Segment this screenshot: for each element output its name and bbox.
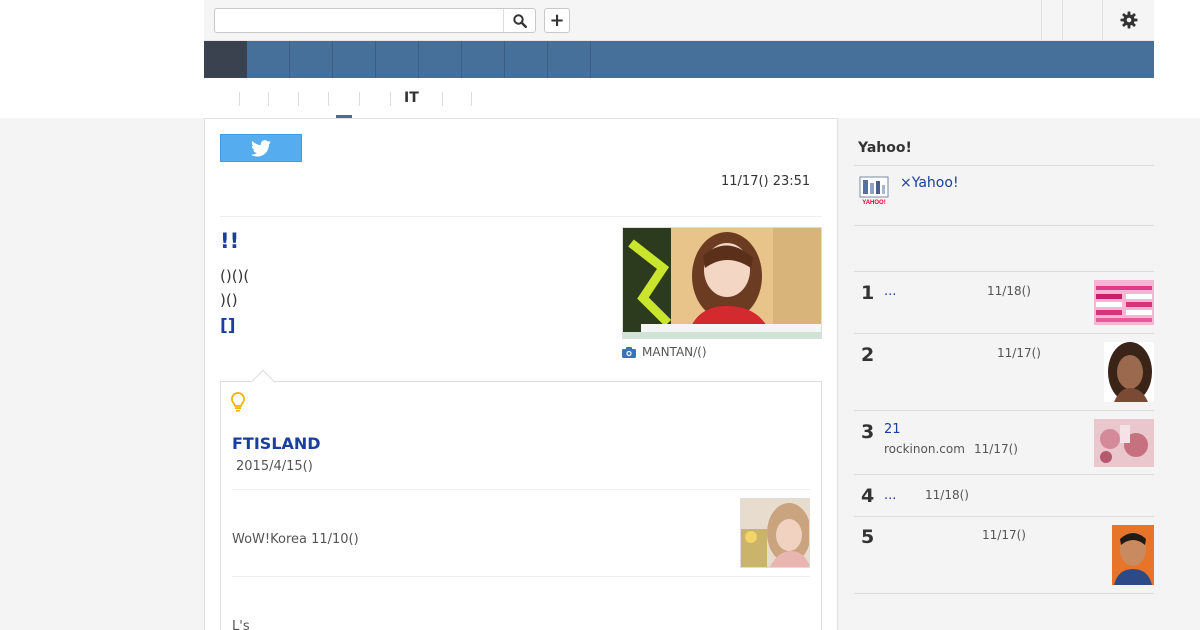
settings-button[interactable] — [1119, 10, 1139, 30]
subnav-divider — [442, 92, 443, 106]
nav-item[interactable] — [419, 41, 462, 78]
yahoo-logo: YAHOO! — [859, 176, 889, 206]
rank-date: 11/18() — [925, 488, 969, 502]
top-toolbar: + — [204, 0, 1154, 41]
subnav-item-it[interactable]: IT — [404, 90, 419, 106]
rank-date: 11/17() — [982, 528, 1026, 542]
rank-link[interactable]: ... — [884, 488, 896, 503]
plus-icon: + — [549, 10, 565, 31]
box-pointer — [251, 369, 275, 393]
rank-date: 11/17() — [974, 442, 1018, 456]
article-photo[interactable] — [622, 227, 822, 339]
rank-link[interactable]: 21 — [884, 422, 901, 437]
rank-number: 1 — [861, 282, 875, 304]
article-datetime: 11/17() 23:51 — [721, 174, 811, 189]
rank-number: 4 — [861, 485, 875, 507]
nav-item[interactable] — [290, 41, 333, 78]
rank-source: rockinon.com — [884, 442, 965, 456]
yahoo-logo-text: YAHOO! — [862, 200, 885, 206]
related-article-title[interactable]: FTISLAND — [232, 434, 321, 453]
lightbulb-icon — [231, 392, 245, 416]
search-button[interactable] — [503, 9, 535, 32]
nav-item[interactable] — [505, 41, 548, 78]
article-lede-line: ()()( — [220, 267, 250, 285]
nav-item[interactable] — [247, 41, 290, 78]
rank-number: 3 — [861, 421, 875, 443]
sidebar-title: Yahoo! — [858, 140, 912, 156]
rank-thumbnail[interactable] — [1094, 419, 1154, 467]
ranking-item[interactable]: 1 ... 11/18() — [854, 272, 1154, 334]
photo-credit: MANTAN/() — [642, 345, 707, 359]
subnav-divider — [359, 92, 360, 106]
ranking-item[interactable]: 4 ... 11/18() — [854, 475, 1154, 517]
rank-date: 11/18() — [987, 284, 1031, 298]
divider — [854, 165, 1154, 166]
sidebar-promo-link[interactable]: ×Yahoo! — [900, 175, 959, 191]
nav-item[interactable] — [462, 41, 505, 78]
subnav-divider — [239, 92, 240, 106]
toolbar-divider — [1062, 0, 1063, 40]
article-lede-line: )() — [220, 291, 238, 309]
subnav-divider — [298, 92, 299, 106]
ranking-item[interactable]: 2 11/17() — [854, 334, 1154, 410]
ranking-item[interactable]: 5 11/17() — [854, 517, 1154, 593]
rank-link[interactable]: ... — [884, 284, 896, 299]
subnav-divider — [268, 92, 269, 106]
twitter-icon — [251, 139, 271, 156]
nav-item[interactable] — [333, 41, 376, 78]
rank-number: 5 — [861, 526, 875, 548]
camera-icon — [622, 346, 636, 358]
sub-nav — [204, 78, 1154, 118]
twitter-share-button[interactable] — [220, 134, 302, 162]
related-article-source: WoW!Korea 11/10() — [232, 532, 359, 547]
article-headline: !! — [220, 229, 240, 253]
nav-item[interactable] — [548, 41, 591, 78]
rank-date: 11/17() — [997, 346, 1041, 360]
search-box — [214, 8, 536, 33]
divider — [220, 216, 822, 217]
nav-item-home[interactable] — [204, 41, 247, 78]
subnav-divider — [328, 92, 329, 106]
divider — [232, 489, 810, 490]
nav-item[interactable] — [376, 41, 419, 78]
main-nav — [204, 41, 1154, 78]
divider — [232, 576, 810, 577]
rank-thumbnail[interactable] — [1112, 525, 1154, 585]
subnav-divider — [471, 92, 472, 106]
rank-number: 2 — [861, 344, 875, 366]
add-button[interactable]: + — [544, 8, 570, 33]
related-next-item[interactable]: L's — [232, 619, 250, 630]
rank-thumbnail[interactable] — [1104, 342, 1154, 402]
search-input[interactable] — [219, 11, 499, 30]
related-articles-box: FTISLAND 2015/4/15() WoW!Korea 11/10() L… — [220, 369, 822, 630]
related-article-date: 2015/4/15() — [236, 459, 313, 474]
ranking-item[interactable]: 3 21 rockinon.com 11/17() — [854, 411, 1154, 475]
article-more-link[interactable]: [] — [220, 316, 236, 336]
gear-icon — [1120, 11, 1138, 29]
related-article-thumbnail[interactable] — [740, 498, 810, 568]
subnav-divider — [390, 92, 391, 106]
search-icon — [512, 13, 527, 28]
article-column: 11/17() 23:51 !! ()()( )() [] MANTAN/() — [204, 118, 838, 630]
toolbar-divider — [1102, 0, 1103, 40]
rank-thumbnail[interactable] — [1094, 280, 1154, 325]
divider — [854, 593, 1154, 594]
toolbar-divider — [1041, 0, 1042, 40]
sidebar: Yahoo! YAHOO! ×Yahoo! 1 ... 11/18() 2 11… — [854, 118, 1154, 630]
divider — [854, 225, 1154, 226]
photo-caption: MANTAN/() — [622, 345, 707, 359]
